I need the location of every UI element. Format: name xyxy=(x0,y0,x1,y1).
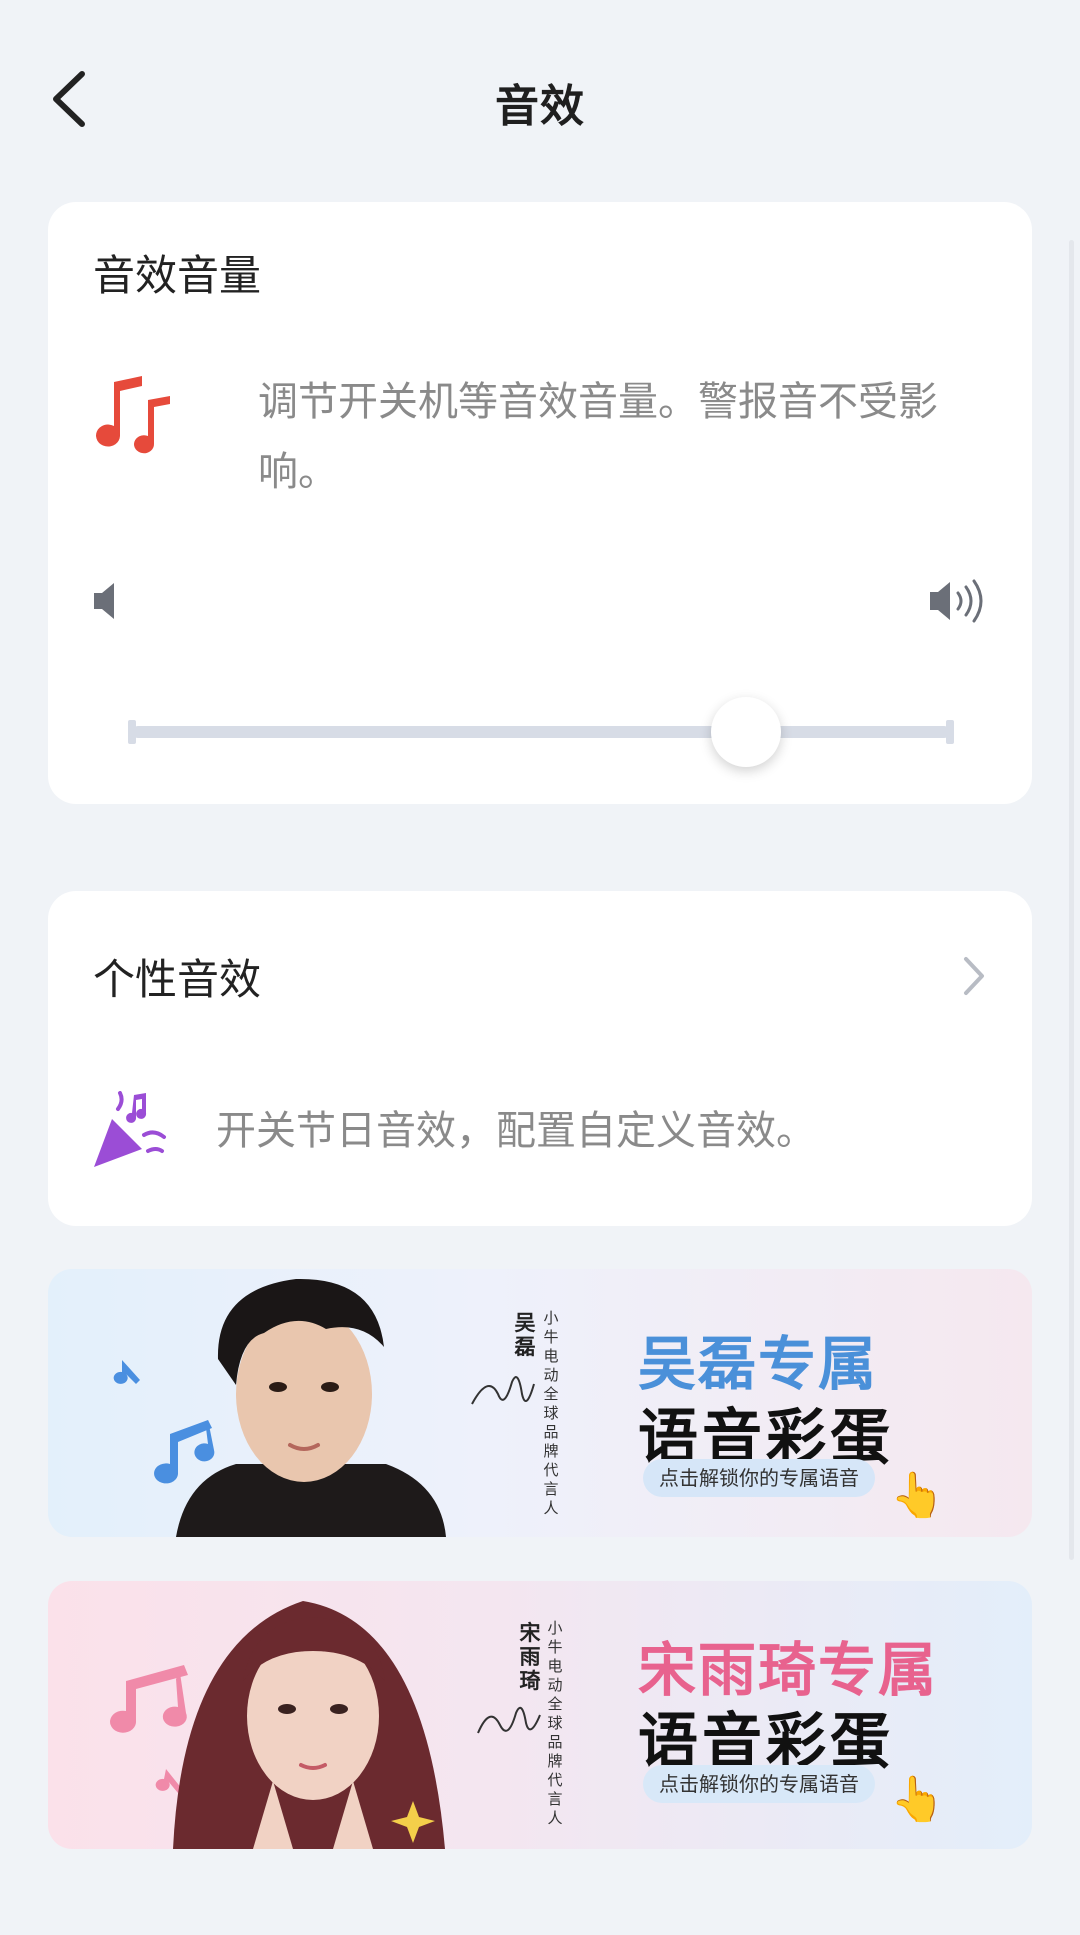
spokesperson-role: 小牛电动全球品牌代言人 xyxy=(547,1619,563,1827)
slider-max-cap xyxy=(946,720,954,744)
slider-thumb[interactable] xyxy=(710,697,781,767)
slider-track[interactable] xyxy=(132,726,950,738)
pointing-hand-icon: 👆 xyxy=(890,1774,945,1825)
spokesperson-name: 宋雨琦 xyxy=(519,1621,541,1693)
sound-volume-title: 音效音量 xyxy=(93,251,262,300)
sound-volume-description: 调节开关机等音效音量。警报音不受影响。 xyxy=(258,379,938,495)
scrollbar[interactable] xyxy=(1069,240,1074,1560)
songyuqi-portrait xyxy=(173,1601,445,1849)
sound-volume-card: 音效音量 调节开关机等音效音量。警报音不受影响。 xyxy=(48,202,1032,804)
wulei-portrait xyxy=(176,1278,446,1537)
voice-banner-songyuqi[interactable]: 宋雨琦 小牛电动全球品牌代言人 宋雨琦专属 语音彩蛋 点击解锁你的专属语音 👆 xyxy=(48,1581,1032,1849)
speaker-low-icon xyxy=(94,583,114,619)
personal-sound-title: 个性音效 xyxy=(93,955,262,1004)
spokesperson-name: 吴磊 xyxy=(514,1311,536,1359)
music-notes-icon xyxy=(96,376,170,454)
personal-sound-description: 开关节日音效，配置自定义音效。 xyxy=(216,1108,816,1154)
spokesperson-role: 小牛电动全球品牌代言人 xyxy=(543,1309,559,1517)
chevron-right-icon[interactable] xyxy=(956,951,990,1001)
party-popper-icon xyxy=(94,1091,166,1167)
signature-wulei xyxy=(471,1376,535,1405)
speaker-high-icon xyxy=(930,579,983,623)
banner-cta[interactable]: 点击解锁你的专属语音 xyxy=(643,1459,875,1497)
sound-volume-slider[interactable] xyxy=(128,682,958,782)
top-bar: 音效 xyxy=(0,0,1080,200)
personal-sound-card[interactable]: 个性音效 开关节日音效，配置自定义音效。 xyxy=(48,891,1032,1226)
page-title: 音效 xyxy=(495,81,585,132)
pointing-hand-icon: 👆 xyxy=(890,1470,945,1521)
voice-banner-wulei[interactable]: 吴磊 小牛电动全球品牌代言人 吴磊专属 语音彩蛋 点击解锁你的专属语音 👆 xyxy=(48,1269,1032,1537)
signature-songyuqi xyxy=(477,1706,541,1734)
banner-cta[interactable]: 点击解锁你的专属语音 xyxy=(643,1765,875,1803)
